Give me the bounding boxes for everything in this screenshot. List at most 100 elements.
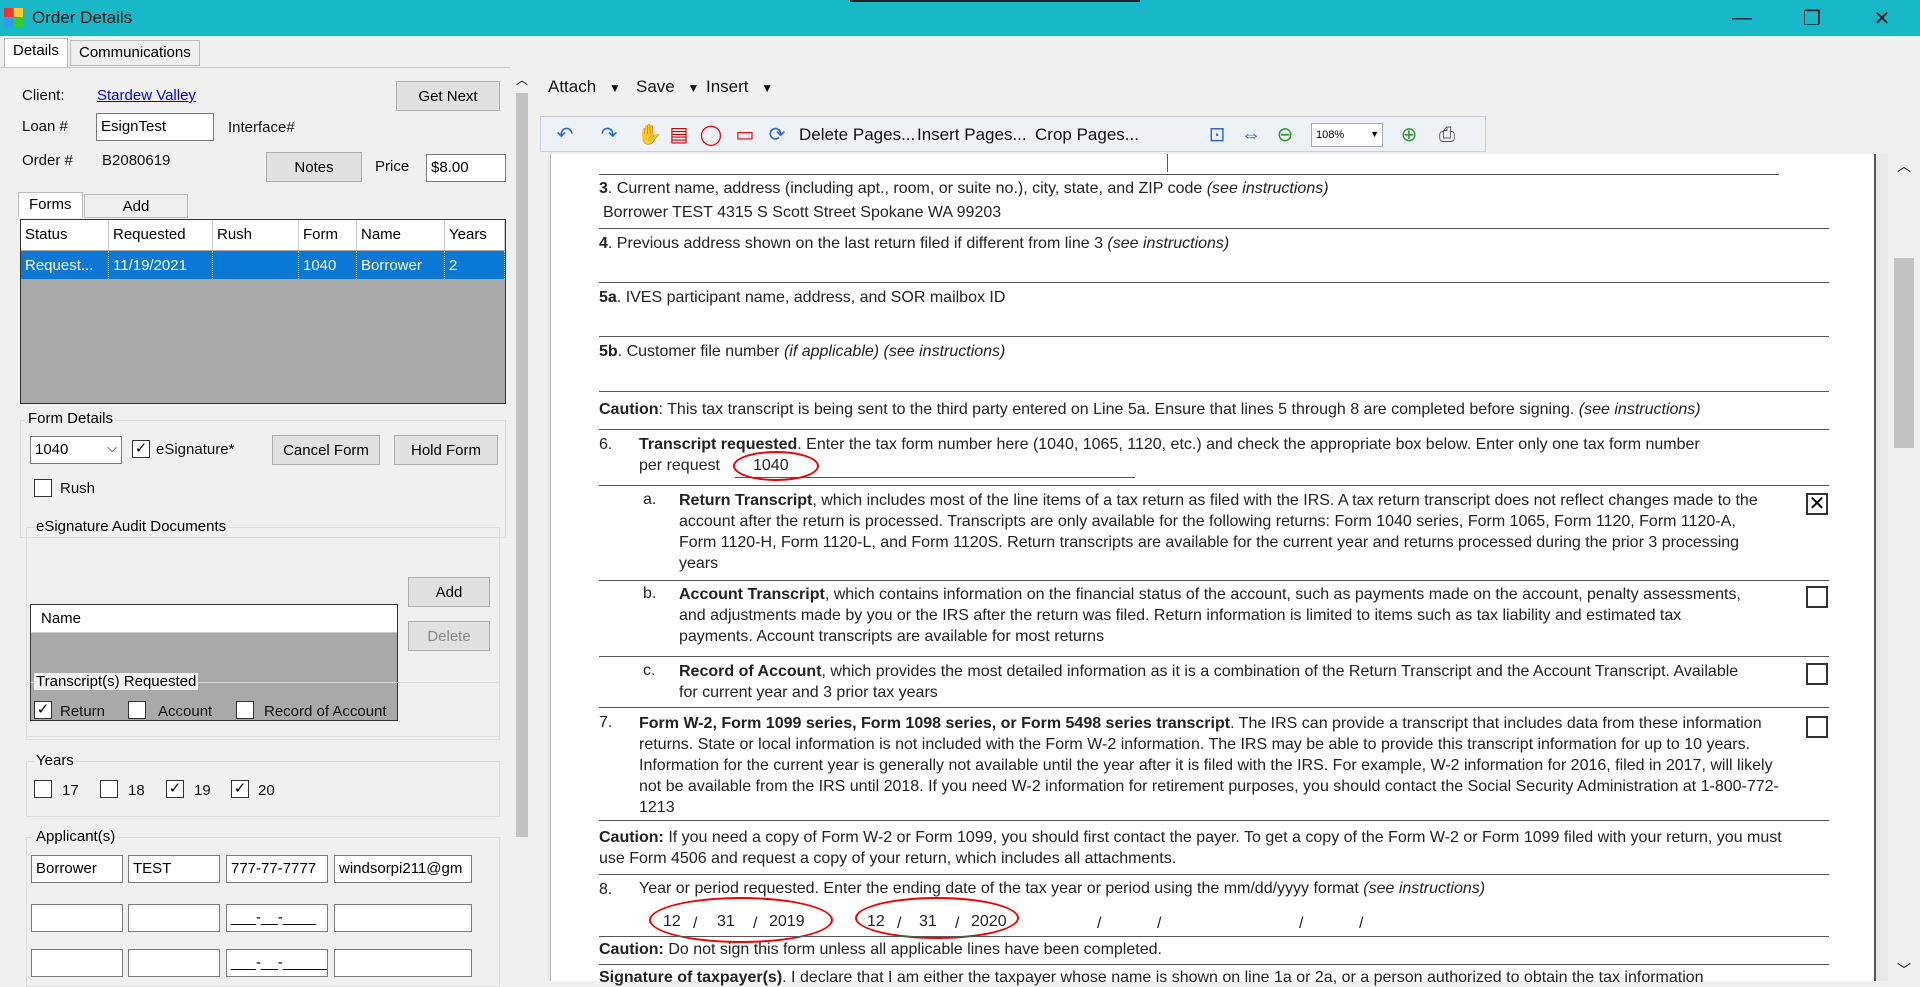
redo-icon[interactable]: ↷ [597,123,621,147]
col-rush[interactable]: Rush [213,220,299,250]
col-status[interactable]: Status [21,220,109,250]
hand-icon[interactable]: ✋ [637,123,662,147]
attach-menu[interactable]: Attach ▼ [548,77,621,97]
loan-input[interactable]: EsignTest [96,113,214,141]
year-17-checkbox[interactable] [34,780,52,798]
tab-strip: Details Communications [0,36,520,68]
applicant2-email-input[interactable] [334,904,472,932]
return-checkbox[interactable]: ✓ [34,701,52,719]
applicant-name-input[interactable]: TEST [128,855,220,883]
document-scroll-thumb[interactable] [1894,258,1914,448]
caution-1-hint: (see instructions) [1578,401,1701,418]
annotation-ellipse[interactable] [733,451,819,481]
form-details-title: Form Details [26,410,116,427]
insert-pages-button[interactable]: Insert Pages... [917,125,1027,145]
app-icon [4,8,24,28]
caution-3: Caution: Do not sign this form unless al… [599,941,1162,959]
fit-page-icon[interactable]: ⊡ [1205,123,1229,147]
caution-2-label: Caution: [599,829,664,846]
divider [599,228,1829,229]
divider [599,707,1829,708]
divider [599,282,1829,283]
account-transcript-checkbox[interactable] [1806,586,1828,608]
applicant3-email-input[interactable] [334,949,472,977]
insert-menu[interactable]: Insert ▼ [706,77,773,97]
tab-communications[interactable]: Communications [70,40,200,66]
option-b-text: Account Transcript, which contains infor… [679,584,1759,647]
applicant3-role-input[interactable] [31,949,123,977]
date-slash: / [1157,915,1162,932]
applicant2-ssn-input[interactable]: ___-__-____ [226,904,328,932]
fit-width-icon[interactable]: ⇔ [1239,123,1263,147]
scroll-down-icon[interactable]: ﹀ [1897,960,1911,980]
undo-icon[interactable]: ↶ [553,123,577,147]
annotation-ellipse[interactable] [855,897,1019,939]
w2-transcript-checkbox[interactable] [1806,716,1828,738]
record-of-account-checkbox[interactable] [236,701,254,719]
rush-checkbox[interactable] [34,479,52,497]
option-a-title: Return Transcript [679,492,813,509]
date-slash: / [1097,915,1102,932]
applicant2-role-input[interactable] [31,904,123,932]
col-years[interactable]: Years [445,220,505,250]
save-menu[interactable]: Save ▼ [636,77,699,97]
close-button[interactable]: ✕ [1852,0,1912,36]
year-18-checkbox[interactable] [100,780,118,798]
delete-pages-button[interactable]: Delete Pages... [799,125,915,145]
client-link[interactable]: Stardew Valley [97,87,196,104]
cancel-form-button[interactable]: Cancel Form [272,435,380,465]
audit-col-name[interactable]: Name [31,605,397,633]
applicant3-name-input[interactable] [128,949,220,977]
price-input[interactable]: $8.00 [426,154,506,182]
text-box-icon[interactable]: ▤ [667,123,691,147]
divider [599,391,1829,392]
audit-delete-button[interactable]: Delete [408,621,490,651]
document-scrollbar[interactable]: ︿ ﹀ [1888,154,1920,981]
cell-years: 2 [445,251,505,279]
applicant-email-input[interactable]: windsorpi211@gm [334,855,472,883]
date-slash: / [1299,915,1304,932]
zoom-select[interactable]: 108% ▼ [1311,123,1383,147]
left-scroll-thumb[interactable] [516,93,528,837]
crop-pages-button[interactable]: Crop Pages... [1035,125,1139,145]
forms-tab[interactable]: Forms [18,192,83,218]
rectangle-icon[interactable]: ▭ [733,123,757,147]
cell-requested: 11/19/2021 [109,251,213,279]
year-20-checkbox[interactable]: ✓ [231,780,249,798]
restore-button[interactable]: ❐ [1782,0,1842,36]
ellipse-icon[interactable]: ◯ [699,123,723,147]
table-row[interactable]: Request... 11/19/2021 1040 Borrower 2 [21,251,505,279]
divider [599,964,1829,965]
col-requested[interactable]: Requested [109,220,213,250]
tab-details[interactable]: Details [4,38,68,68]
applicant3-ssn-input[interactable]: ___-__-______ [226,949,328,977]
caution-1-text: : This tax transcript is being sent to t… [658,401,1579,418]
left-scrollbar[interactable]: ︿ [514,67,530,981]
minimize-button[interactable]: — [1712,0,1772,36]
scroll-up-icon[interactable]: ︿ [516,71,528,88]
print-icon[interactable]: ⎙ [1435,123,1459,147]
account-checkbox[interactable] [128,701,146,719]
hold-form-button[interactable]: Hold Form [394,435,498,465]
applicant-role-input[interactable]: Borrower [31,855,123,883]
record-of-account-doc-checkbox[interactable] [1806,663,1828,685]
applicant2-name-input[interactable] [128,904,220,932]
notes-button[interactable]: Notes [266,152,362,182]
year-19-checkbox[interactable]: ✓ [166,780,184,798]
zoom-in-icon[interactable]: ⊕ [1397,123,1421,147]
applicant-ssn-input[interactable]: 777-77-7777 [226,855,328,883]
return-transcript-checkbox[interactable]: ✕ [1806,493,1828,515]
title-bar-decoration [850,0,1140,2]
rotate-icon[interactable]: ⟳ [765,123,789,147]
forms-add-tab[interactable]: Add [84,194,188,218]
get-next-button[interactable]: Get Next [396,81,500,111]
form-select[interactable]: 1040 ⌵ [30,436,122,464]
esignature-checkbox[interactable]: ✓ [132,440,150,458]
zoom-out-icon[interactable]: ⊖ [1273,123,1297,147]
col-name[interactable]: Name [357,220,445,250]
col-form[interactable]: Form [299,220,357,250]
audit-add-button[interactable]: Add [408,577,490,607]
account-label: Account [158,703,213,720]
divider [599,580,1829,581]
scroll-up-icon[interactable]: ︿ [1897,156,1911,176]
